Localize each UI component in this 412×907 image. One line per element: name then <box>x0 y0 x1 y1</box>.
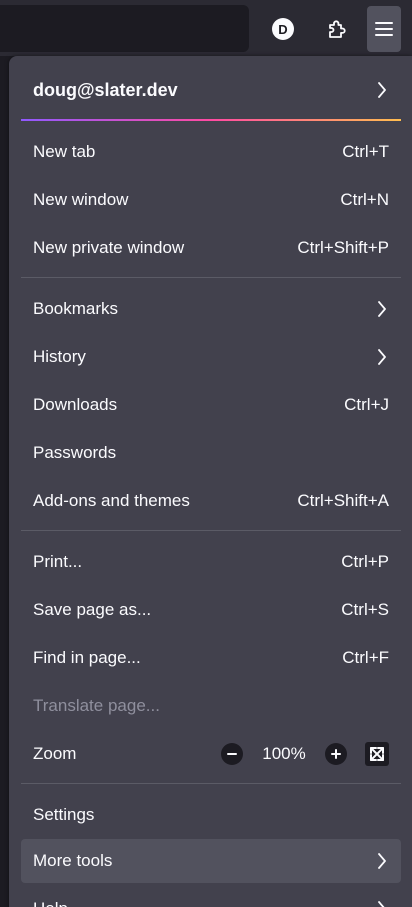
bookmarks-label: Bookmarks <box>33 299 119 318</box>
chevron-right-icon <box>375 300 389 318</box>
account-button[interactable]: D <box>266 6 300 52</box>
new-private-window-label: New private window <box>33 238 185 257</box>
downloads-menu-item[interactable]: Downloads Ctrl+J <box>21 383 401 427</box>
chevron-right-icon <box>375 852 389 870</box>
new-tab-shortcut: Ctrl+T <box>342 142 389 161</box>
new-window-label: New window <box>33 190 129 209</box>
url-bar[interactable] <box>0 5 249 52</box>
menu-separator <box>21 530 401 531</box>
account-avatar: D <box>272 18 294 40</box>
chevron-right-icon <box>375 348 389 366</box>
new-private-window-menu-item[interactable]: New private window Ctrl+Shift+P <box>21 226 401 270</box>
hamburger-icon <box>375 22 393 36</box>
zoom-in-button[interactable] <box>325 743 347 765</box>
more-tools-label: More tools <box>33 851 113 870</box>
history-menu-item[interactable]: History <box>21 335 401 379</box>
settings-label: Settings <box>33 805 95 824</box>
save-page-shortcut: Ctrl+S <box>341 600 389 619</box>
browser-toolbar: D <box>0 0 412 56</box>
print-menu-item[interactable]: Print... Ctrl+P <box>21 540 401 584</box>
extensions-button[interactable] <box>320 6 354 52</box>
chevron-right-icon <box>375 81 389 99</box>
plus-icon <box>331 749 341 759</box>
new-window-shortcut: Ctrl+N <box>340 190 389 209</box>
zoom-reset-button[interactable]: 100% <box>243 744 325 764</box>
save-page-menu-item[interactable]: Save page as... Ctrl+S <box>21 588 401 632</box>
new-window-menu-item[interactable]: New window Ctrl+N <box>21 178 401 222</box>
new-tab-label: New tab <box>33 142 96 161</box>
menu-separator <box>21 783 401 784</box>
find-in-page-shortcut: Ctrl+F <box>342 648 389 667</box>
downloads-shortcut: Ctrl+J <box>344 395 389 414</box>
history-label: History <box>33 347 86 366</box>
settings-menu-item[interactable]: Settings <box>21 793 401 837</box>
zoom-label: Zoom <box>33 744 77 763</box>
app-menu-button[interactable] <box>367 6 401 52</box>
addons-label: Add-ons and themes <box>33 491 190 510</box>
addons-menu-item[interactable]: Add-ons and themes Ctrl+Shift+A <box>21 479 401 523</box>
find-in-page-label: Find in page... <box>33 648 141 667</box>
fullscreen-icon <box>370 747 384 761</box>
account-separator <box>21 119 401 121</box>
save-page-label: Save page as... <box>33 600 152 619</box>
find-in-page-menu-item[interactable]: Find in page... Ctrl+F <box>21 636 401 680</box>
new-private-window-shortcut: Ctrl+Shift+P <box>297 238 389 257</box>
chevron-right-icon <box>375 900 389 907</box>
print-shortcut: Ctrl+P <box>341 552 389 571</box>
app-menu-panel: doug@slater.dev New tab Ctrl+T New windo… <box>9 56 412 907</box>
zoom-menu-item: Zoom 100% <box>21 732 401 776</box>
addons-shortcut: Ctrl+Shift+A <box>297 491 389 510</box>
passwords-label: Passwords <box>33 443 117 462</box>
passwords-menu-item[interactable]: Passwords <box>21 431 401 475</box>
fullscreen-button[interactable] <box>365 742 389 766</box>
help-menu-item[interactable]: Help <box>21 887 401 907</box>
menu-separator <box>21 277 401 278</box>
page-content-strip <box>0 56 9 907</box>
print-label: Print... <box>33 552 83 571</box>
help-label: Help <box>33 899 68 907</box>
account-email: doug@slater.dev <box>33 79 178 100</box>
bookmarks-menu-item[interactable]: Bookmarks <box>21 287 401 331</box>
more-tools-menu-item[interactable]: More tools <box>21 839 401 883</box>
minus-icon <box>227 753 237 755</box>
translate-page-menu-item: Translate page... <box>21 684 401 728</box>
new-tab-menu-item[interactable]: New tab Ctrl+T <box>21 130 401 174</box>
translate-page-label: Translate page... <box>33 696 160 715</box>
zoom-controls: 100% <box>221 742 389 766</box>
puzzle-icon <box>329 20 346 38</box>
account-menu-item[interactable]: doug@slater.dev <box>21 68 401 112</box>
zoom-out-button[interactable] <box>221 743 243 765</box>
downloads-label: Downloads <box>33 395 118 414</box>
